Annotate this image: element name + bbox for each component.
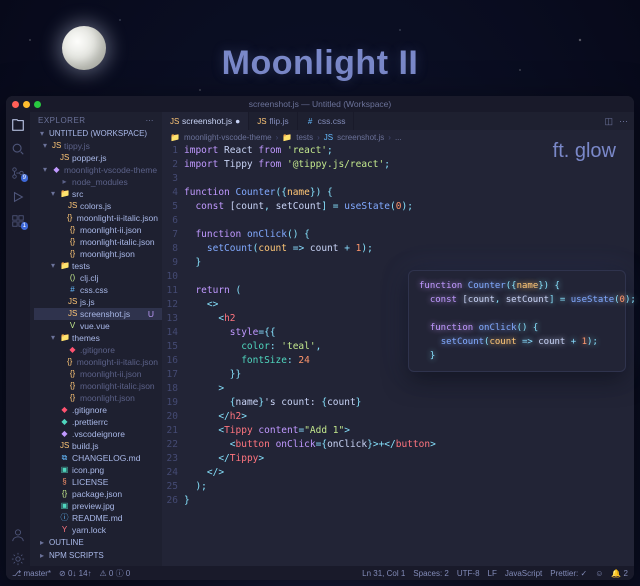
tree-item[interactable]: Yyarn.lock <box>34 524 162 536</box>
sidebar-npm[interactable]: ▸NPM SCRIPTS <box>30 549 162 562</box>
extensions-icon[interactable]: 1 <box>11 214 25 228</box>
sync-status[interactable]: ⊘ 0↓ 14↑ <box>59 569 92 578</box>
tree-item[interactable]: {}moonlight-italic.json <box>34 236 162 248</box>
problems-status[interactable]: ⚠ 0 ⓘ 0 <box>100 568 131 579</box>
status-bar: ⎇ master* ⊘ 0↓ 14↑ ⚠ 0 ⓘ 0 Ln 31, Col 1 … <box>6 566 634 580</box>
tree-item[interactable]: ▾📁themes <box>34 332 162 344</box>
tree-item[interactable]: JSjs.js <box>34 296 162 308</box>
more-icon[interactable]: ⋯ <box>619 116 628 127</box>
tree-item[interactable]: {}package.json <box>34 488 162 500</box>
tab[interactable]: #css.css <box>298 112 355 130</box>
tab[interactable]: JSflip.js <box>249 112 297 130</box>
ext-badge: 1 <box>21 222 28 230</box>
more-icon[interactable]: ⋯ <box>146 116 155 125</box>
tree-item[interactable]: ▣icon.png <box>34 464 162 476</box>
tree-item[interactable]: JSscreenshot.jsU <box>34 308 162 320</box>
sidebar: EXPLORER ⋯ ▾UNTITLED (WORKSPACE) ▾JStippy… <box>30 112 162 566</box>
line-gutter: 1234567891011121314151617181920212223242… <box>162 144 184 566</box>
sidebar-workspace[interactable]: ▾UNTITLED (WORKSPACE) <box>30 127 162 140</box>
tree-item[interactable]: ◆.vscodeignore <box>34 428 162 440</box>
window-title: screenshot.js — Untitled (Workspace) <box>6 99 634 109</box>
sidebar-header: EXPLORER <box>38 116 86 125</box>
sidebar-outline[interactable]: ▸OUTLINE <box>30 536 162 549</box>
tree-item[interactable]: ▾◆moonlight-vscode-theme <box>34 164 162 176</box>
tree-item[interactable]: JScolors.js <box>34 200 162 212</box>
cursor-status[interactable]: Ln 31, Col 1 <box>362 569 405 578</box>
debug-icon[interactable] <box>11 190 25 204</box>
tab[interactable]: JSscreenshot.js● <box>162 112 249 130</box>
lang-status[interactable]: JavaScript <box>505 569 542 578</box>
bell-icon[interactable]: 🔔 2 <box>611 569 628 578</box>
tree-item[interactable]: ◆.gitignore <box>34 344 162 356</box>
tree-item[interactable]: ()clj.clj <box>34 272 162 284</box>
eol-status[interactable]: LF <box>488 569 497 578</box>
tree-item[interactable]: ⓘREADME.md <box>34 512 162 524</box>
glow-callout: function Counter({name}) { const [count,… <box>408 270 626 372</box>
branch-status[interactable]: ⎇ master* <box>12 569 51 578</box>
tree-item[interactable]: ◆.prettierrc <box>34 416 162 428</box>
account-icon[interactable] <box>11 528 25 542</box>
feedback-icon[interactable]: ☺ <box>595 569 603 578</box>
tree-item[interactable]: {}moonlight-ii.json <box>34 224 162 236</box>
tree-item[interactable]: #css.css <box>34 284 162 296</box>
tree-item[interactable]: Vvue.vue <box>34 320 162 332</box>
activity-bar: 9 1 <box>6 112 30 566</box>
tree-item[interactable]: JSpopper.js <box>34 152 162 164</box>
hero-title: Moonlight II <box>0 44 640 83</box>
tree-item[interactable]: JSbuild.js <box>34 440 162 452</box>
tree-item[interactable]: ⧉CHANGELOG.md <box>34 452 162 464</box>
prettier-status[interactable]: Prettier: ✓ <box>550 569 587 578</box>
tree-item[interactable]: ▾📁src <box>34 188 162 200</box>
split-icon[interactable]: ◫ <box>604 116 613 127</box>
tree-item[interactable]: ▾JStippy.js <box>34 140 162 152</box>
scm-icon[interactable]: 9 <box>11 166 25 180</box>
tree-item[interactable]: ▾📁tests <box>34 260 162 272</box>
tree-item[interactable]: ◆.gitignore <box>34 404 162 416</box>
file-tree: ▾JStippy.jsJSpopper.js▾◆moonlight-vscode… <box>30 140 162 536</box>
tree-item[interactable]: {}moonlight-ii-italic.json <box>34 356 162 368</box>
window-titlebar: screenshot.js — Untitled (Workspace) <box>6 96 634 112</box>
encoding-status[interactable]: UTF-8 <box>457 569 480 578</box>
tree-item[interactable]: {}moonlight.json <box>34 392 162 404</box>
tab-bar: JSscreenshot.js●JSflip.js#css.css ◫ ⋯ <box>162 112 634 130</box>
spaces-status[interactable]: Spaces: 2 <box>413 569 449 578</box>
tree-item[interactable]: ▣preview.jpg <box>34 500 162 512</box>
gear-icon[interactable] <box>11 552 25 566</box>
tree-item[interactable]: {}moonlight-italic.json <box>34 380 162 392</box>
glow-label: ft. glow <box>553 140 616 163</box>
tree-item[interactable]: ▸node_modules <box>34 176 162 188</box>
scm-badge: 9 <box>21 174 28 182</box>
tree-item[interactable]: {}moonlight-ii.json <box>34 368 162 380</box>
tree-item[interactable]: {}moonlight.json <box>34 248 162 260</box>
explorer-icon[interactable] <box>11 118 25 132</box>
tree-item[interactable]: {}moonlight-ii-italic.json <box>34 212 162 224</box>
search-icon[interactable] <box>11 142 25 156</box>
tree-item[interactable]: §LICENSE <box>34 476 162 488</box>
